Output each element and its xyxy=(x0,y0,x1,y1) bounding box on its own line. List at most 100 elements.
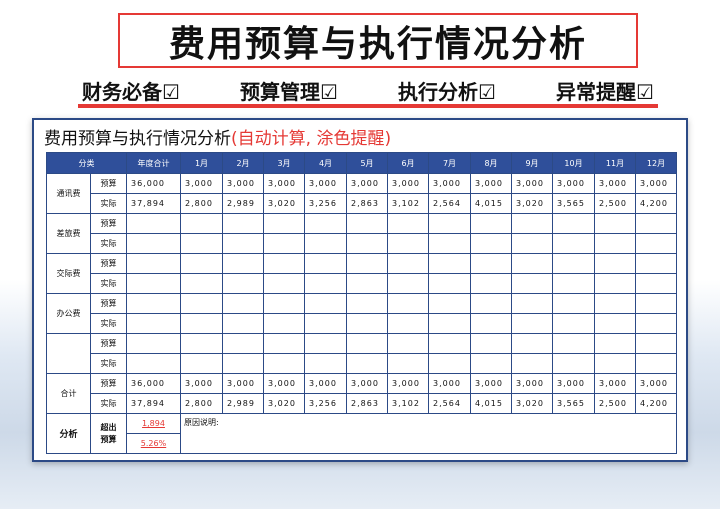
actual-month-cell[interactable] xyxy=(222,353,264,374)
actual-month-cell[interactable] xyxy=(635,353,677,374)
actual-month-cell[interactable] xyxy=(552,313,595,334)
actual-month-cell[interactable] xyxy=(635,273,677,294)
actual-month-cell[interactable] xyxy=(346,233,388,254)
budget-month-cell[interactable]: 3,000 xyxy=(222,373,264,394)
budget-month-cell[interactable] xyxy=(346,333,388,354)
budget-month-cell[interactable] xyxy=(346,213,388,234)
budget-month-cell[interactable] xyxy=(263,253,305,274)
actual-month-cell[interactable]: 2,863 xyxy=(346,193,388,214)
budget-month-cell[interactable] xyxy=(180,253,223,274)
actual-month-cell[interactable] xyxy=(180,353,223,374)
actual-month-cell[interactable]: 2,989 xyxy=(222,393,264,414)
budget-month-cell[interactable] xyxy=(594,293,636,314)
budget-annual-cell[interactable] xyxy=(126,213,181,234)
budget-month-cell[interactable] xyxy=(470,333,512,354)
budget-month-cell[interactable]: 3,000 xyxy=(511,373,553,394)
budget-month-cell[interactable]: 3,000 xyxy=(552,373,595,394)
budget-month-cell[interactable]: 3,000 xyxy=(304,373,347,394)
actual-month-cell[interactable]: 3,020 xyxy=(511,193,553,214)
actual-month-cell[interactable]: 3,020 xyxy=(511,393,553,414)
budget-month-cell[interactable] xyxy=(222,293,264,314)
budget-month-cell[interactable] xyxy=(428,213,471,234)
actual-month-cell[interactable] xyxy=(263,233,305,254)
actual-annual-cell[interactable] xyxy=(126,273,181,294)
actual-month-cell[interactable]: 3,565 xyxy=(552,193,595,214)
budget-month-cell[interactable] xyxy=(470,213,512,234)
actual-month-cell[interactable] xyxy=(594,273,636,294)
reason-cell[interactable]: 原因说明: xyxy=(180,413,677,454)
actual-month-cell[interactable]: 3,020 xyxy=(263,193,305,214)
actual-month-cell[interactable] xyxy=(552,353,595,374)
budget-month-cell[interactable] xyxy=(594,213,636,234)
actual-month-cell[interactable] xyxy=(222,273,264,294)
budget-month-cell[interactable] xyxy=(511,213,553,234)
actual-month-cell[interactable] xyxy=(263,273,305,294)
budget-month-cell[interactable]: 3,000 xyxy=(346,173,388,194)
budget-month-cell[interactable] xyxy=(387,293,429,314)
budget-month-cell[interactable] xyxy=(180,333,223,354)
actual-month-cell[interactable] xyxy=(346,353,388,374)
actual-month-cell[interactable] xyxy=(511,313,553,334)
actual-annual-cell[interactable] xyxy=(126,313,181,334)
budget-month-cell[interactable]: 3,000 xyxy=(304,173,347,194)
budget-month-cell[interactable] xyxy=(594,333,636,354)
actual-month-cell[interactable] xyxy=(387,233,429,254)
actual-month-cell[interactable]: 2,989 xyxy=(222,193,264,214)
actual-month-cell[interactable] xyxy=(304,233,347,254)
actual-month-cell[interactable] xyxy=(428,233,471,254)
actual-month-cell[interactable]: 3,256 xyxy=(304,393,347,414)
budget-month-cell[interactable] xyxy=(594,253,636,274)
budget-month-cell[interactable] xyxy=(511,293,553,314)
actual-month-cell[interactable]: 2,564 xyxy=(428,393,471,414)
budget-month-cell[interactable] xyxy=(387,253,429,274)
actual-month-cell[interactable] xyxy=(222,233,264,254)
actual-month-cell[interactable]: 2,800 xyxy=(180,393,223,414)
actual-month-cell[interactable]: 2,500 xyxy=(594,193,636,214)
actual-annual-cell[interactable] xyxy=(126,353,181,374)
budget-month-cell[interactable]: 3,000 xyxy=(180,173,223,194)
actual-month-cell[interactable]: 2,500 xyxy=(594,393,636,414)
over-budget-percent[interactable]: 5.26% xyxy=(126,433,181,454)
budget-month-cell[interactable] xyxy=(635,293,677,314)
actual-month-cell[interactable] xyxy=(552,233,595,254)
actual-month-cell[interactable] xyxy=(346,273,388,294)
actual-month-cell[interactable] xyxy=(180,233,223,254)
budget-month-cell[interactable] xyxy=(635,213,677,234)
budget-month-cell[interactable] xyxy=(635,333,677,354)
actual-month-cell[interactable]: 2,564 xyxy=(428,193,471,214)
budget-month-cell[interactable]: 3,000 xyxy=(594,373,636,394)
budget-month-cell[interactable] xyxy=(263,213,305,234)
actual-month-cell[interactable] xyxy=(428,313,471,334)
budget-month-cell[interactable]: 3,000 xyxy=(263,173,305,194)
budget-month-cell[interactable] xyxy=(552,293,595,314)
budget-month-cell[interactable]: 3,000 xyxy=(470,173,512,194)
actual-month-cell[interactable] xyxy=(470,313,512,334)
budget-month-cell[interactable]: 3,000 xyxy=(346,373,388,394)
actual-month-cell[interactable] xyxy=(470,273,512,294)
budget-month-cell[interactable]: 3,000 xyxy=(387,373,429,394)
over-budget-amount[interactable]: 1,894 xyxy=(126,413,181,434)
actual-month-cell[interactable]: 4,200 xyxy=(635,193,677,214)
actual-month-cell[interactable] xyxy=(304,353,347,374)
budget-month-cell[interactable] xyxy=(428,253,471,274)
budget-month-cell[interactable] xyxy=(552,253,595,274)
budget-month-cell[interactable]: 3,000 xyxy=(635,173,677,194)
budget-month-cell[interactable]: 3,000 xyxy=(511,173,553,194)
budget-annual-cell[interactable] xyxy=(126,253,181,274)
actual-month-cell[interactable]: 3,102 xyxy=(387,393,429,414)
actual-annual-cell[interactable]: 37,894 xyxy=(126,193,181,214)
budget-month-cell[interactable] xyxy=(470,253,512,274)
budget-annual-cell[interactable]: 36,000 xyxy=(126,373,181,394)
actual-month-cell[interactable] xyxy=(511,273,553,294)
budget-month-cell[interactable] xyxy=(263,293,305,314)
budget-month-cell[interactable]: 3,000 xyxy=(594,173,636,194)
actual-month-cell[interactable] xyxy=(428,273,471,294)
budget-month-cell[interactable] xyxy=(222,253,264,274)
budget-month-cell[interactable] xyxy=(428,333,471,354)
budget-month-cell[interactable] xyxy=(304,333,347,354)
actual-month-cell[interactable]: 2,800 xyxy=(180,193,223,214)
actual-month-cell[interactable] xyxy=(594,233,636,254)
budget-month-cell[interactable] xyxy=(304,293,347,314)
actual-month-cell[interactable] xyxy=(470,233,512,254)
budget-month-cell[interactable]: 3,000 xyxy=(180,373,223,394)
